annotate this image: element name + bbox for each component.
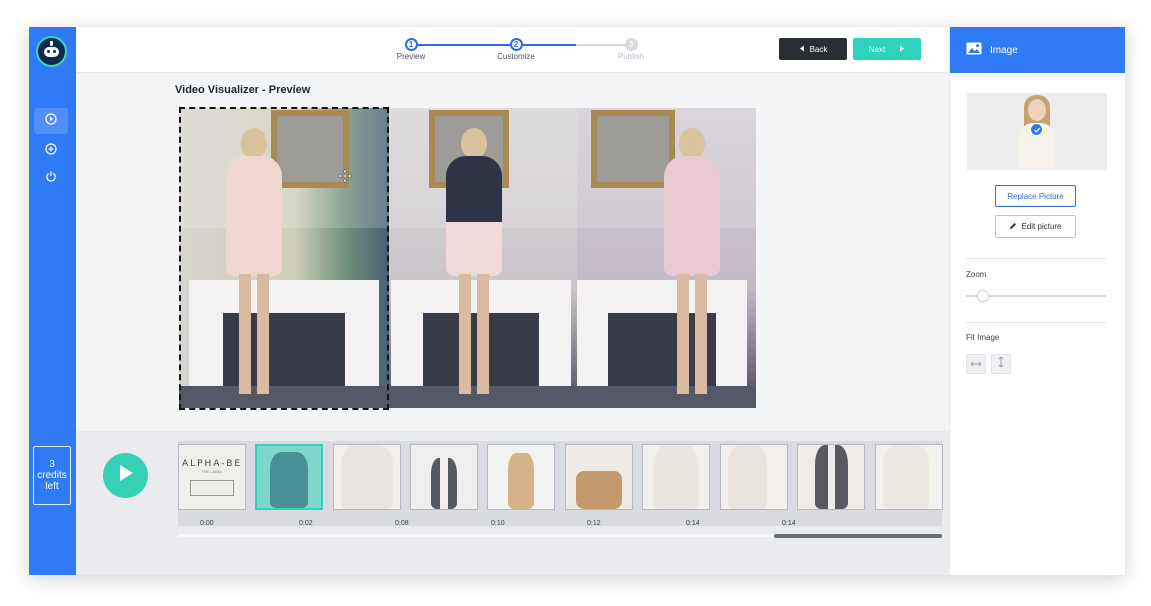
app-window: 3 credits left 1 Preview 2 Customize 3 P… [29,27,1125,575]
timeline-thumbnail[interactable] [410,444,478,510]
timeline-thumbnail[interactable] [333,444,401,510]
timeline: ALPHA-BE THE LABEL 0:00 0:02 0:08 0:10 0… [76,431,949,575]
caret-left-icon [799,45,805,54]
time-label: 0:12 [587,520,601,527]
play-button[interactable] [103,453,148,498]
play-icon [118,464,134,487]
zoom-slider-handle[interactable] [977,290,989,302]
timeline-thumbnail[interactable] [565,444,633,510]
zoom-label: Zoom [966,270,987,279]
credits-left-badge: 3 credits left [33,446,71,505]
divider [966,258,1106,259]
robot-logo-icon[interactable] [36,36,67,67]
step-label: Customize [497,52,535,61]
image-properties-panel: Image Replace Picture Edit picture Zoom … [949,27,1125,575]
replace-picture-button[interactable]: Replace Picture [995,185,1076,207]
logo-text: ALPHA-BE [181,459,243,469]
time-label: 0:14 [686,520,700,527]
image-icon [966,42,982,58]
pencil-icon [1009,222,1017,232]
top-bar: 1 Preview 2 Customize 3 Publish Back Nex… [76,27,949,73]
time-label: 0:14 [782,520,796,527]
selection-frame[interactable] [179,107,389,410]
time-label: 0:08 [395,520,409,527]
back-button[interactable]: Back [779,38,847,60]
sidebar-item-power[interactable] [34,165,68,191]
preview-scene-2 [389,108,577,408]
timeline-thumbnail[interactable] [487,444,555,510]
timeline-scrollbar-thumb[interactable] [774,534,942,538]
page-title: Video Visualizer - Preview [175,84,311,96]
time-label: 0:02 [299,520,313,527]
step-number: 1 [404,38,418,51]
sidebar-item-preview[interactable] [34,108,68,134]
step-preview[interactable]: 1 Preview [381,38,441,61]
credits-number: 3 [49,459,55,470]
left-sidebar: 3 credits left [29,27,76,575]
timeline-track[interactable]: ALPHA-BE THE LABEL 0:00 0:02 0:08 0:10 0… [178,441,943,527]
timeline-thumbnail[interactable] [720,444,788,510]
fit-width-icon [970,355,982,373]
fit-height-button[interactable] [991,354,1011,374]
logo-subtext: THE LABEL [201,469,223,474]
play-circle-icon [45,112,57,130]
timeline-thumbnail[interactable] [797,444,865,510]
caret-right-icon [899,45,905,54]
timeline-thumbnail[interactable]: ALPHA-BE THE LABEL [178,444,246,510]
step-number: 3 [624,38,638,51]
check-icon [1030,123,1043,136]
next-label: Next [868,44,886,54]
time-label: 0:10 [491,520,505,527]
power-icon [45,169,57,187]
fit-height-icon [997,355,1005,373]
step-label: Preview [396,52,426,61]
sidebar-item-add[interactable] [34,138,68,164]
move-cursor-icon[interactable] [338,169,352,188]
edit-picture-button[interactable]: Edit picture [995,215,1076,238]
step-publish: 3 Publish [601,38,661,61]
timeline-thumbnail[interactable] [255,444,323,510]
panel-header: Image [950,27,1125,73]
credits-left-label: left [45,481,59,492]
preview-scene-3 [577,108,756,408]
step-customize[interactable]: 2 Customize [486,38,546,61]
panel-title: Image [990,44,1018,56]
plus-circle-icon [45,142,57,160]
time-label: 0:00 [200,520,214,527]
divider [966,322,1106,323]
fit-width-button[interactable] [966,354,986,374]
credits-label: credits [37,470,67,481]
fit-image-label: Fit Image [966,333,1000,342]
timeline-thumbnail[interactable] [642,444,710,510]
selected-image-thumbnail[interactable] [967,93,1107,170]
next-button[interactable]: Next [853,38,921,60]
back-label: Back [809,44,828,54]
edit-picture-label: Edit picture [1021,222,1062,231]
logo-badge [190,480,234,496]
step-label: Publish [617,52,645,61]
step-number: 2 [509,38,523,51]
timeline-thumbnail[interactable] [875,444,943,510]
